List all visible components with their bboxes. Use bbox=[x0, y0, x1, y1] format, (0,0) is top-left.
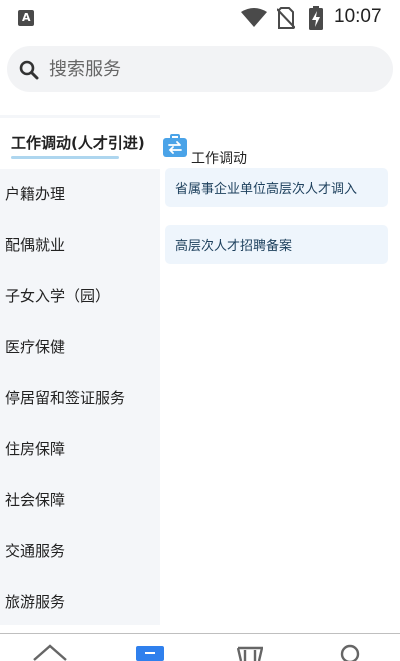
status-bar: A 10:07 bbox=[0, 0, 400, 36]
home-icon[interactable] bbox=[33, 644, 67, 661]
app-notification-icon: A bbox=[18, 10, 34, 26]
search-icon bbox=[19, 60, 39, 80]
sidebar-item-healthcare[interactable]: 医疗保健 bbox=[0, 322, 160, 373]
sidebar-item-household-registration[interactable]: 户籍办理 bbox=[0, 169, 160, 220]
sidebar-item-transport[interactable]: 交通服务 bbox=[0, 526, 160, 577]
service-content: 工作调动 省属事企业单位高层次人才调入 高层次人才招聘备案 bbox=[160, 115, 400, 625]
service-card[interactable]: 高层次人才招聘备案 bbox=[165, 225, 388, 264]
sidebar-item-label: 旅游服务 bbox=[5, 593, 66, 611]
service-card-label: 高层次人才招聘备案 bbox=[175, 239, 293, 254]
sidebar-item-tourism[interactable]: 旅游服务 bbox=[0, 577, 160, 628]
search-bar[interactable] bbox=[7, 46, 393, 92]
sidebar-item-label: 住房保障 bbox=[5, 440, 66, 458]
sidebar-item-label: 户籍办理 bbox=[5, 185, 66, 203]
category-sidebar: 工作调动(人才引进) 户籍办理 配偶就业 子女入学（园） 医疗保健 停居留和签证… bbox=[0, 115, 160, 625]
clock-time: 10:07 bbox=[334, 6, 382, 27]
sidebar-item-label: 子女入学（园） bbox=[5, 287, 111, 305]
service-card[interactable]: 省属事企业单位高层次人才调入 bbox=[165, 168, 388, 207]
sidebar-item-social-security[interactable]: 社会保障 bbox=[0, 475, 160, 526]
sidebar-item-label: 交通服务 bbox=[5, 542, 66, 560]
no-sim-icon bbox=[277, 7, 295, 29]
sidebar-item-residence-visa[interactable]: 停居留和签证服务 bbox=[0, 373, 160, 424]
sidebar-item-label: 停居留和签证服务 bbox=[5, 389, 126, 407]
sidebar-item-job-transfer[interactable]: 工作调动(人才引进) bbox=[0, 118, 160, 169]
sidebar-item-label: 工作调动(人才引进) bbox=[11, 134, 145, 152]
services-icon[interactable] bbox=[136, 644, 164, 661]
active-indicator bbox=[11, 156, 119, 159]
sidebar-item-child-enrollment[interactable]: 子女入学（园） bbox=[0, 271, 160, 322]
transfer-briefcase-icon bbox=[163, 134, 187, 157]
search-input[interactable] bbox=[49, 56, 369, 82]
sidebar-item-label: 社会保障 bbox=[5, 491, 66, 509]
bottom-nav bbox=[0, 633, 400, 661]
sidebar-item-spouse-employment[interactable]: 配偶就业 bbox=[0, 220, 160, 271]
shop-icon[interactable] bbox=[237, 644, 263, 661]
wifi-icon bbox=[241, 8, 267, 27]
sidebar-item-label: 医疗保健 bbox=[5, 338, 66, 356]
profile-icon[interactable] bbox=[339, 644, 361, 661]
sidebar-item-housing[interactable]: 住房保障 bbox=[0, 424, 160, 475]
sidebar-item-label: 配偶就业 bbox=[5, 236, 66, 254]
service-card-label: 省属事企业单位高层次人才调入 bbox=[175, 182, 358, 197]
battery-charging-icon bbox=[309, 6, 323, 30]
section-title: 工作调动 bbox=[191, 151, 247, 167]
